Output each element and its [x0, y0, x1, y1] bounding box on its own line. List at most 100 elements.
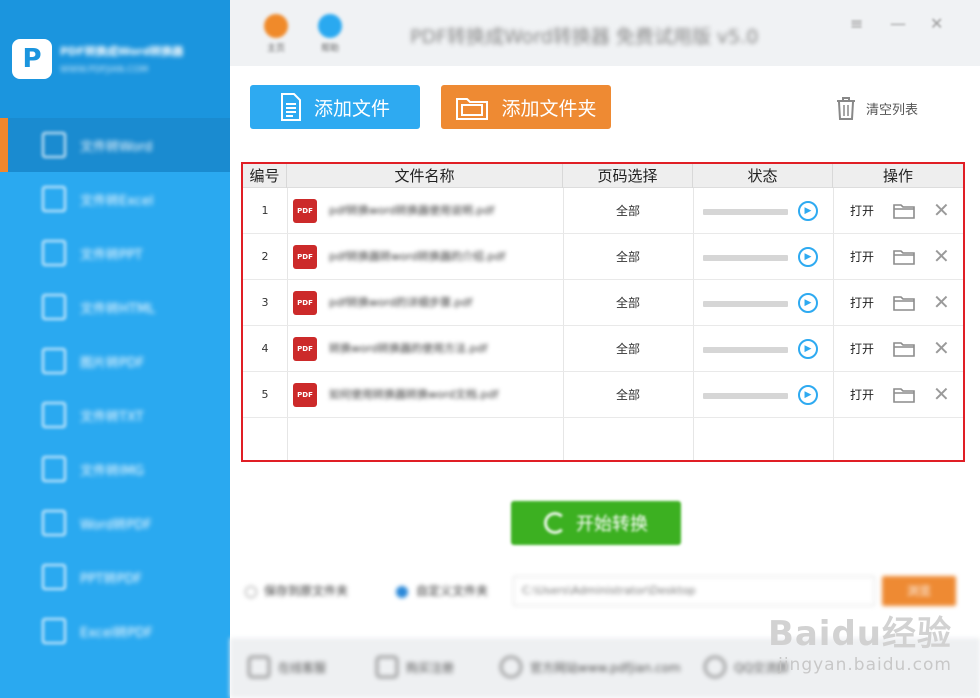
file-name: 转换word转换器的使用方法.pdf: [329, 342, 488, 355]
play-icon[interactable]: ▶: [798, 201, 818, 221]
sidebar: P PDF转换成Word转换器 WWW.PDFJIAN.COM 文件转Word 文…: [0, 0, 230, 698]
menu-icon[interactable]: ≡: [850, 14, 863, 33]
table-header: 编号 文件名称 页码选择 状态 操作: [243, 164, 963, 188]
delete-icon[interactable]: ✕: [933, 244, 950, 268]
sidebar-item[interactable]: 文件转Excel: [0, 172, 230, 226]
progress-bar: [703, 255, 788, 261]
row-number: 1: [261, 204, 269, 217]
add-file-button[interactable]: 添加文件: [250, 85, 420, 129]
sidebar-item-label: 文件转Word: [80, 139, 153, 155]
folder-icon[interactable]: [893, 387, 915, 403]
clear-list-button[interactable]: 清空列表: [836, 96, 918, 120]
progress-bar: [703, 301, 788, 307]
trash-icon: [837, 97, 855, 120]
sidebar-item[interactable]: PPT转PDF: [0, 550, 230, 604]
delete-icon[interactable]: ✕: [933, 336, 950, 360]
sidebar-item-label: 图片转PDF: [80, 355, 145, 371]
page-selection[interactable]: 全部: [563, 188, 693, 234]
radio-custom-folder[interactable]: [396, 586, 408, 598]
table-row: 1 PDF pdf转换word转换器使用说明.pdf 全部 ▶ 打开 ✕: [243, 188, 963, 234]
clear-list-label: 清空列表: [866, 102, 919, 118]
table-row: 3 PDF pdf转换word的详细步骤.pdf 全部 ▶ 打开 ✕: [243, 280, 963, 326]
folder-icon[interactable]: [893, 341, 915, 357]
app-window: P PDF转换成Word转换器 WWW.PDFJIAN.COM 文件转Word 文…: [0, 0, 980, 698]
file-table: 编号 文件名称 页码选择 状态 操作 1 PDF pdf转换word转换器使用说明.…: [241, 162, 965, 462]
play-icon[interactable]: ▶: [798, 385, 818, 405]
page-selection[interactable]: 全部: [563, 234, 693, 280]
start-convert-label: 开始转换: [576, 514, 648, 535]
open-button[interactable]: 打开: [850, 188, 874, 234]
page-selection[interactable]: 全部: [563, 280, 693, 326]
sidebar-menu: 文件转Word 文件转Excel 文件转PPT 文件转HTML 图片转PDF 文件转TXT…: [0, 118, 230, 658]
open-button[interactable]: 打开: [850, 372, 874, 418]
brand-subtitle: WWW.PDFJIAN.COM: [60, 65, 149, 75]
file-name: pdf转换word的详细步骤.pdf: [329, 296, 473, 309]
add-file-label: 添加文件: [313, 97, 390, 120]
pdf-icon: PDF: [293, 245, 317, 269]
radio-original-folder[interactable]: [245, 586, 257, 598]
refresh-icon: [544, 512, 566, 534]
sidebar-item[interactable]: Excel转PDF: [0, 604, 230, 658]
progress-bar: [703, 347, 788, 353]
open-button[interactable]: 打开: [850, 280, 874, 326]
folder-icon[interactable]: [893, 249, 915, 265]
sidebar-item[interactable]: 文件转PPT: [0, 226, 230, 280]
radio-original-label: 保存到原文件夹: [264, 584, 349, 598]
sidebar-item[interactable]: 文件转TXT: [0, 388, 230, 442]
help-button[interactable]: 帮助: [318, 14, 342, 54]
home-icon: [264, 14, 288, 38]
play-icon[interactable]: ▶: [798, 339, 818, 359]
row-number: 5: [261, 388, 269, 401]
pdf-icon: PDF: [293, 199, 317, 223]
home-button-label: 主页: [266, 44, 285, 54]
page-selection[interactable]: 全部: [563, 326, 693, 372]
add-folder-button[interactable]: 添加文件夹: [441, 85, 611, 129]
footer-customer-service[interactable]: 在线客服: [248, 656, 326, 678]
browse-button[interactable]: 浏览: [882, 576, 956, 606]
home-button[interactable]: 主页: [264, 14, 288, 54]
sidebar-item-label: Excel转PDF: [80, 625, 153, 641]
sidebar-item-label: Word转PDF: [80, 517, 152, 533]
delete-icon[interactable]: ✕: [933, 290, 950, 314]
sidebar-item[interactable]: 文件转Word: [0, 118, 230, 172]
sidebar-item[interactable]: 文件转HTML: [0, 280, 230, 334]
start-convert-button[interactable]: 开始转换: [511, 501, 681, 545]
play-icon[interactable]: ▶: [798, 247, 818, 267]
grid-icon: [248, 656, 270, 678]
play-icon[interactable]: ▶: [798, 293, 818, 313]
folder-icon[interactable]: [893, 203, 915, 219]
main-panel: 添加文件 添加文件夹 清空列表 编号 文件名称 页码选择 状态 操作 1 PDF…: [230, 66, 980, 698]
sidebar-item[interactable]: Word转PDF: [0, 496, 230, 550]
open-button[interactable]: 打开: [850, 234, 874, 280]
title-bar: 主页 帮助 PDF转换成Word转换器 免费试用版 v5.0 ≡ — ✕: [230, 0, 980, 66]
table-row: 5 PDF 如何使用转换器转换word文档.pdf 全部 ▶ 打开 ✕: [243, 372, 963, 418]
file-icon: [42, 186, 66, 212]
column-header-actions: 操作: [882, 167, 913, 185]
footer-purchase-label: 购买注册: [406, 660, 455, 675]
file-icon: [42, 618, 66, 644]
open-button[interactable]: 打开: [850, 326, 874, 372]
delete-icon[interactable]: ✕: [933, 382, 950, 406]
page-selection[interactable]: 全部: [563, 372, 693, 418]
table-row: 4 PDF 转换word转换器的使用方法.pdf 全部 ▶ 打开 ✕: [243, 326, 963, 372]
qq-icon: [704, 656, 726, 678]
close-button[interactable]: ✕: [930, 14, 943, 33]
footer-purchase[interactable]: 购买注册: [376, 656, 454, 678]
table-row: 2 PDF pdf转换器转word转换器的介绍.pdf 全部 ▶ 打开 ✕: [243, 234, 963, 280]
sidebar-item-label: 文件转IMG: [80, 463, 145, 479]
sidebar-item[interactable]: 文件转IMG: [0, 442, 230, 496]
column-header-pages: 页码选择: [563, 164, 693, 188]
file-name: pdf转换器转word转换器的介绍.pdf: [329, 250, 506, 263]
minimize-button[interactable]: —: [890, 14, 906, 33]
file-name: 如何使用转换器转换word文档.pdf: [329, 388, 499, 401]
folder-icon[interactable]: [893, 295, 915, 311]
sidebar-item[interactable]: 图片转PDF: [0, 334, 230, 388]
delete-icon[interactable]: ✕: [933, 198, 950, 222]
footer-website[interactable]: 官方网站www.pdfjian.com: [500, 656, 681, 678]
file-name: pdf转换word转换器使用说明.pdf: [329, 204, 495, 217]
sidebar-item-label: 文件转TXT: [80, 409, 144, 425]
output-path-input[interactable]: C:\Users\Administrator\Desktop: [513, 576, 875, 606]
baidu-watermark: Baidu经验 jingyan.baidu.com: [768, 606, 952, 675]
folder-icon: [456, 98, 489, 120]
footer-website-label: 官方网站www.pdfjian.com: [530, 660, 681, 675]
